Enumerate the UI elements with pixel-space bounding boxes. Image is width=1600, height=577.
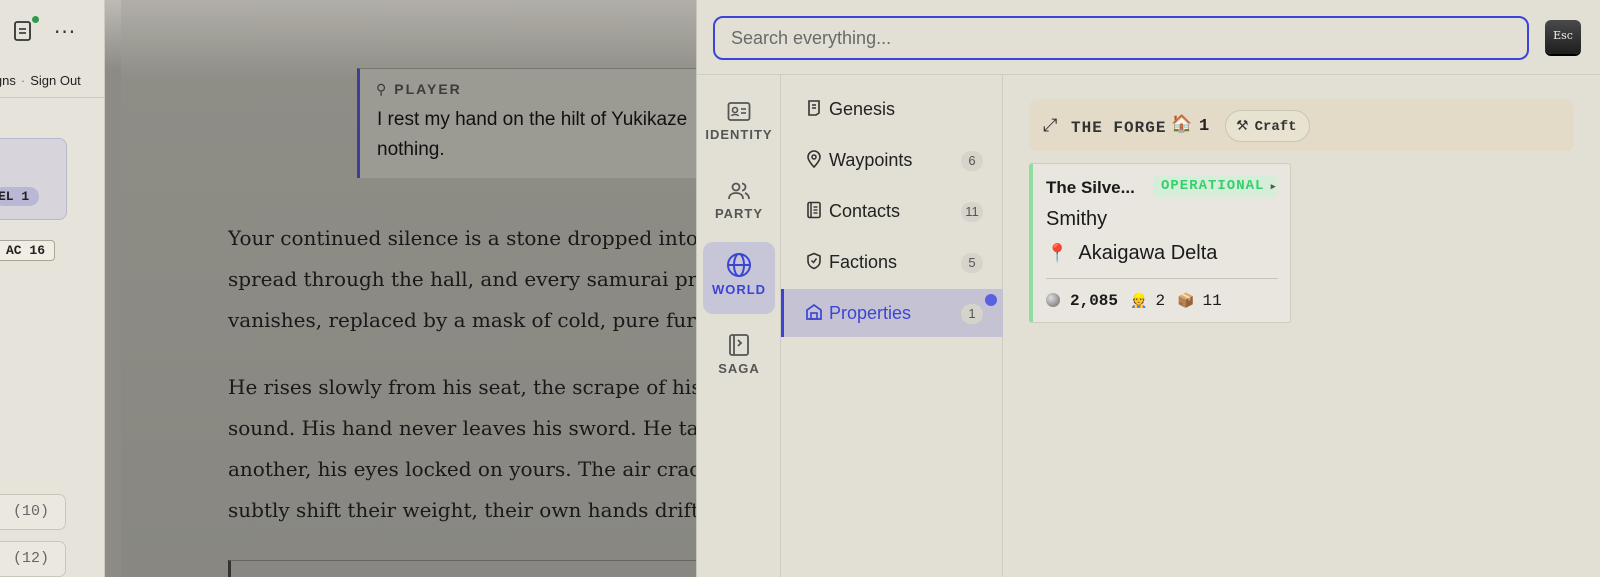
more-options-icon[interactable]: ··· [54,20,76,44]
stat-button[interactable]: (10) [0,494,66,530]
stat-button[interactable]: (12) [0,541,66,577]
divider [1046,278,1278,279]
category-world[interactable]: WORLD [703,242,775,314]
location-pin-icon: 📍 [1046,243,1069,264]
search-input[interactable] [715,18,1527,58]
command-palette: Esc IDENTITY PARTY [696,0,1600,577]
item-count: 11 [1202,292,1222,310]
new-indicator-dot [985,294,997,306]
account-links: igns·Sign Out [0,73,81,88]
book-icon [729,334,749,356]
world-nav-list: Genesis Waypoints 6 Contacts 11 Factions… [781,75,1003,577]
category-rail: IDENTITY PARTY WORLD SAGA [697,75,781,577]
property-card[interactable]: The Silve... OPERATIONAL ▸ Smithy 📍 Akaig… [1029,163,1291,323]
forge-title: THE FORGE [1071,119,1167,137]
coin-icon [1046,293,1060,307]
esc-close-button[interactable]: Esc [1545,20,1581,54]
address-book-icon [807,201,821,219]
property-type: Smithy [1046,208,1108,230]
campaigns-link[interactable]: igns [0,73,16,88]
armor-class-badge: AC 16 [0,240,56,261]
gold-value: 2,085 [1070,292,1119,310]
level-badge: EL 1 [0,187,40,206]
shield-icon [807,252,821,270]
worker-count: 2 [1155,292,1166,310]
divider [0,97,104,98]
story-panel: ⚲ PLAYER I rest my hand on the hilt of Yu… [105,0,700,577]
narrative-paragraph: Your continued silence is a stone droppe… [228,226,700,332]
house-icon: 🏠 [1171,114,1193,134]
contacts-count: 11 [961,202,983,222]
properties-count: 1 [961,304,983,324]
sign-out-link[interactable]: Sign Out [30,73,81,88]
users-icon [728,182,750,200]
property-location: 📍 Akaigawa Delta [1046,242,1218,264]
document-icon[interactable] [13,20,33,42]
search-box[interactable] [713,16,1529,60]
player-text: I rest my hand on the hilt of Yukikaze n… [377,109,688,160]
player-tag: ⚲ PLAYER [376,81,462,98]
pin-icon: ⚲ [376,82,389,98]
globe-icon [727,253,751,277]
property-stats: 2,085 👷 2 📦 11 [1046,292,1234,310]
waypoints-count: 6 [961,151,983,171]
factions-count: 5 [961,253,983,273]
status-badge: OPERATIONAL ▸ [1153,175,1277,197]
scroll-icon [808,100,820,116]
id-card-icon [727,102,751,121]
worker-icon: 👷 [1130,293,1148,309]
forge-header: ⤢ THE FORGE 🏠 1 ⚒ Craft [1029,99,1574,151]
quote-block [228,560,700,577]
category-saga[interactable]: SAGA [703,323,775,395]
package-icon: 📦 [1177,293,1195,309]
nav-item-waypoints[interactable]: Waypoints 6 [781,136,1003,184]
map-pin-icon [807,150,821,168]
craft-button[interactable]: ⚒ Craft [1225,110,1310,142]
expand-icon[interactable]: ⤢ [1043,115,1057,136]
properties-content: ⤢ THE FORGE 🏠 1 ⚒ Craft The Silve... OPER… [1003,75,1600,577]
character-card[interactable] [0,138,67,220]
building-icon [806,303,822,320]
player-message: ⚲ PLAYER I rest my hand on the hilt of Yu… [357,68,700,178]
left-sidebar: ··· igns·Sign Out EL 1 AC 16 (10) (12) [0,0,105,577]
category-identity[interactable]: IDENTITY [703,91,775,163]
nav-item-properties[interactable]: Properties 1 [781,289,1003,337]
nav-item-genesis[interactable]: Genesis [781,85,1003,133]
property-count: 1 [1199,117,1210,136]
category-party[interactable]: PARTY [703,170,775,242]
narrative-paragraph: He rises slowly from his seat, the scrap… [228,375,700,522]
hammer-pick-icon: ⚒ [1236,118,1249,134]
nav-item-factions[interactable]: Factions 5 [781,238,1003,286]
property-name: The Silve... [1046,178,1135,197]
online-status-dot [32,16,39,23]
nav-item-contacts[interactable]: Contacts 11 [781,187,1003,235]
